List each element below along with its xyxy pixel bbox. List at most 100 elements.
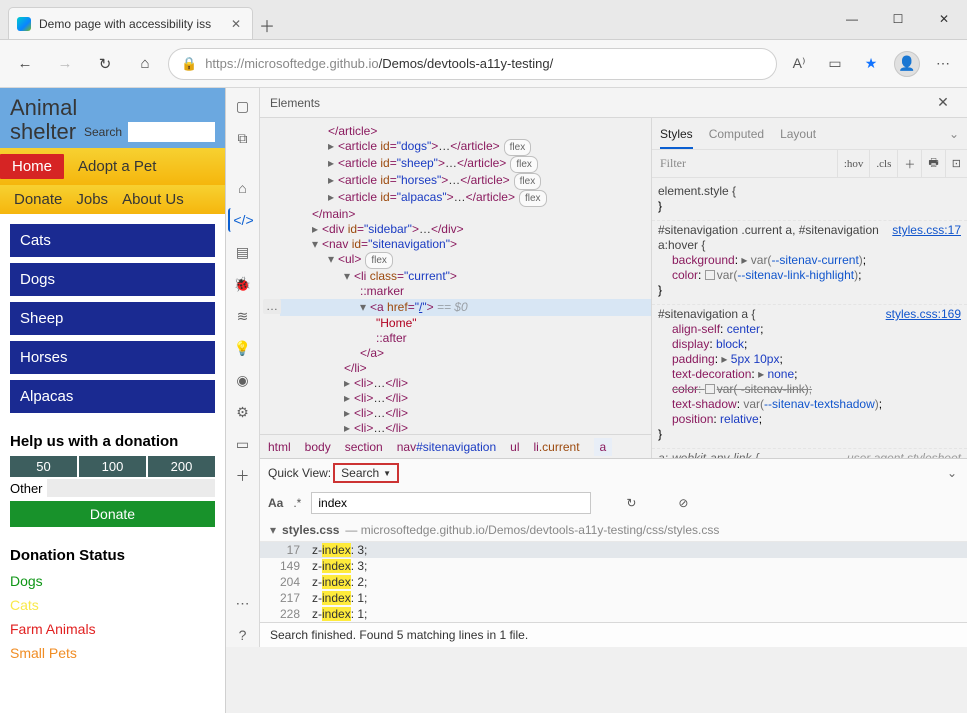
donate-button[interactable]: Donate (10, 501, 215, 527)
quick-view: Quick View: Search▼ ⌄ Aa .* ↻ ⊘ ▾ styles… (260, 458, 967, 647)
hov-button[interactable]: :hov (837, 150, 870, 177)
elements-tab[interactable]: Elements (270, 96, 320, 110)
console-icon[interactable]: ▤ (228, 240, 258, 264)
source-link[interactable]: styles.css:169 (886, 307, 961, 322)
selected-dom-node[interactable]: ▾<a href="/"> == $0 (280, 299, 651, 316)
edge-favicon (17, 17, 31, 31)
tab-title: Demo page with accessibility iss (39, 17, 220, 31)
elements-icon[interactable]: </> (228, 208, 258, 232)
other-label: Other (10, 481, 43, 496)
add-tool-icon[interactable]: ＋ (228, 464, 258, 488)
device-icon[interactable]: ⧉ (228, 126, 258, 150)
reader-icon[interactable]: ▭ (819, 48, 851, 80)
back-button[interactable]: ← (8, 47, 42, 81)
close-window-button[interactable]: ✕ (921, 0, 967, 39)
wifi-icon[interactable]: ≋ (228, 304, 258, 328)
dom-tree[interactable]: </article> ▸<article id="dogs">…</articl… (260, 118, 651, 434)
clear-search-icon[interactable]: ⊘ (671, 491, 695, 515)
window-controls: ― ☐ ✕ (829, 0, 967, 39)
layout-tab[interactable]: Layout (780, 127, 816, 141)
devtools: ▢ ⧉ ⌂ </> ▤ 🐞 ≋ 💡 ◉ ⚙ ▭ ＋ ⋯ ? Elements (225, 88, 967, 713)
refresh-search-icon[interactable]: ↻ (619, 491, 643, 515)
close-devtools-icon[interactable]: ✕ (929, 89, 957, 117)
url-box[interactable]: 🔒 https://microsoftedge.github.io/Demos/… (168, 48, 777, 80)
flex-badge[interactable]: flex (504, 139, 532, 156)
more-menu-button[interactable]: ⋯ (927, 48, 959, 80)
new-tab-button[interactable]: ＋ (253, 11, 281, 39)
regex-toggle[interactable]: .* (293, 496, 301, 510)
cat-alpacas[interactable]: Alpacas (10, 380, 215, 413)
case-toggle[interactable]: Aa (268, 496, 283, 510)
more-tools-icon[interactable]: ⋯ (228, 591, 258, 615)
dom-node[interactable]: </article> (328, 124, 377, 138)
memory-icon[interactable]: ◉ (228, 368, 258, 392)
quick-view-dropdown[interactable]: Search▼ (333, 463, 399, 483)
nav-home[interactable]: Home (0, 154, 64, 179)
status-dogs[interactable]: Dogs (10, 570, 215, 594)
new-rule-icon[interactable]: ＋ (897, 150, 921, 177)
help-icon[interactable]: ? (228, 623, 258, 647)
result-line[interactable]: 204z-index: 2; (260, 574, 967, 590)
profile-button[interactable]: 👤 (891, 48, 923, 80)
cat-dogs[interactable]: Dogs (10, 263, 215, 296)
more-styles-icon[interactable]: ⊡ (945, 150, 967, 177)
css-rules[interactable]: element.style {} styles.css:17 #sitenavi… (652, 178, 967, 458)
cat-sheep[interactable]: Sheep (10, 302, 215, 335)
forward-button[interactable]: → (48, 47, 82, 81)
nav-jobs[interactable]: Jobs (76, 191, 108, 208)
site-nav: Home Adopt a Pet (0, 148, 225, 185)
styles-tab[interactable]: Styles (660, 127, 693, 149)
inspect-icon[interactable]: ▢ (228, 94, 258, 118)
read-aloud-icon[interactable]: A⁾ (783, 48, 815, 80)
minimize-button[interactable]: ― (829, 0, 875, 39)
favorite-icon[interactable]: ★ (855, 48, 887, 80)
status-small[interactable]: Small Pets (10, 642, 215, 666)
settings-icon[interactable]: ⚙ (228, 400, 258, 424)
search-label: Search (84, 125, 122, 139)
nav-adopt[interactable]: Adopt a Pet (78, 158, 156, 175)
search-input[interactable] (128, 122, 215, 142)
collapse-icon[interactable]: ⌄ (947, 466, 957, 480)
breadcrumb[interactable]: html body section nav#sitenavigation ul … (260, 434, 651, 458)
result-file-header[interactable]: ▾ styles.css — microsoftedge.github.io/D… (260, 519, 967, 542)
tabs-more-icon[interactable]: ⌄ (949, 127, 959, 141)
address-bar: ← → ↻ ⌂ 🔒 https://microsoftedge.github.i… (0, 40, 967, 88)
amount-50[interactable]: 50 (10, 456, 77, 477)
result-line[interactable]: 228z-index: 1; (260, 606, 967, 622)
lock-icon: 🔒 (181, 56, 197, 72)
nav-donate[interactable]: Donate (14, 191, 62, 208)
home-button[interactable]: ⌂ (128, 47, 162, 81)
browser-tab[interactable]: Demo page with accessibility iss ✕ (8, 7, 253, 39)
category-list: Cats Dogs Sheep Horses Alpacas (0, 214, 225, 423)
donation-heading: Help us with a donation (0, 423, 225, 456)
home-icon[interactable]: ⌂ (228, 176, 258, 200)
cls-button[interactable]: .cls (869, 150, 897, 177)
computed-tab[interactable]: Computed (709, 127, 764, 141)
source-link[interactable]: styles.css:17 (892, 223, 961, 238)
bug-icon[interactable]: 🐞 (228, 272, 258, 296)
devtools-tool-strip: ▢ ⧉ ⌂ </> ▤ 🐞 ≋ 💡 ◉ ⚙ ▭ ＋ ⋯ ? (226, 88, 260, 647)
maximize-button[interactable]: ☐ (875, 0, 921, 39)
other-amount-input[interactable] (47, 479, 215, 497)
result-line[interactable]: 217z-index: 1; (260, 590, 967, 606)
nav-about[interactable]: About Us (122, 191, 184, 208)
url-text: https://microsoftedge.github.io/Demos/de… (205, 56, 764, 71)
panel-tabs: Elements ✕ (260, 88, 967, 118)
close-tab-icon[interactable]: ✕ (228, 17, 244, 31)
lighthouse-icon[interactable]: 💡 (228, 336, 258, 360)
app-icon[interactable]: ▭ (228, 432, 258, 456)
amount-100[interactable]: 100 (79, 456, 146, 477)
status-cats[interactable]: Cats (10, 594, 215, 618)
cat-horses[interactable]: Horses (10, 341, 215, 374)
refresh-button[interactable]: ↻ (88, 47, 122, 81)
styles-filter-input[interactable]: Filter (652, 156, 837, 171)
print-icon[interactable]: 🖶 (921, 150, 944, 177)
search-input-devtools[interactable] (311, 492, 591, 514)
status-farm[interactable]: Farm Animals (10, 618, 215, 642)
search-results: 17z-index: 3; 149z-index: 3; 204z-index:… (260, 542, 967, 622)
page-viewport: Animalshelter Search Home Adopt a Pet Do… (0, 88, 225, 713)
result-line[interactable]: 149z-index: 3; (260, 558, 967, 574)
result-line[interactable]: 17z-index: 3; (260, 542, 967, 558)
amount-200[interactable]: 200 (148, 456, 215, 477)
cat-cats[interactable]: Cats (10, 224, 215, 257)
